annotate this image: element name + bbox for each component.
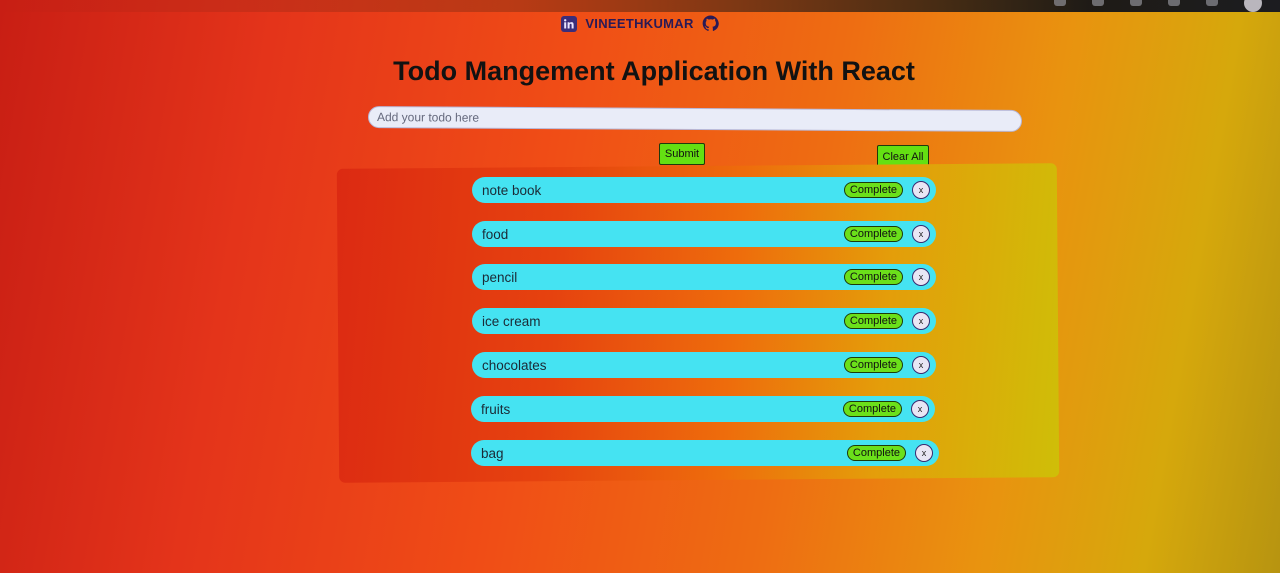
complete-button[interactable]: Complete <box>843 269 903 285</box>
todo-item: fruits Complete x <box>471 396 935 422</box>
tray-icon[interactable] <box>1054 0 1066 6</box>
avatar[interactable] <box>1244 0 1262 12</box>
todo-item: note book Complete x <box>472 177 936 203</box>
todo-item: bag Complete x <box>471 440 939 466</box>
todo-input[interactable] <box>367 106 1023 132</box>
delete-button[interactable]: x <box>915 444 933 462</box>
todo-text: note book <box>482 182 542 198</box>
system-tray <box>1054 0 1262 12</box>
todo-text: fruits <box>481 401 511 417</box>
todo-text: pencil <box>482 269 518 285</box>
todo-text: chocolates <box>482 357 547 373</box>
page-title: Todo Mangement Application With React <box>393 56 915 86</box>
complete-button[interactable]: Complete <box>843 182 903 198</box>
todo-item: food Complete x <box>472 221 936 247</box>
todo-item: chocolates Complete x <box>472 352 936 378</box>
tray-icon[interactable] <box>1092 0 1104 6</box>
tray-icon[interactable] <box>1206 0 1218 6</box>
tray-icon[interactable] <box>1130 0 1142 6</box>
delete-button[interactable]: x <box>912 356 930 374</box>
complete-button[interactable]: Complete <box>843 357 903 373</box>
todo-item: pencil Complete x <box>472 264 936 290</box>
todo-text: bag <box>481 445 504 461</box>
delete-button[interactable]: x <box>912 225 930 243</box>
system-taskbar <box>0 0 1280 12</box>
tray-icon[interactable] <box>1168 0 1180 6</box>
author-header: VINEETHKUMAR <box>0 15 1280 32</box>
author-name: VINEETHKUMAR <box>585 16 694 31</box>
delete-button[interactable]: x <box>912 268 930 286</box>
delete-button[interactable]: x <box>912 312 930 330</box>
github-icon[interactable] <box>702 15 719 32</box>
todo-item: ice cream Complete x <box>472 308 936 334</box>
delete-button[interactable]: x <box>912 181 930 199</box>
todo-text: ice cream <box>482 313 541 329</box>
delete-button[interactable]: x <box>911 400 929 418</box>
submit-button[interactable]: Submit <box>659 143 705 165</box>
complete-button[interactable]: Complete <box>843 226 903 242</box>
linkedin-icon[interactable] <box>561 15 578 32</box>
todo-text: food <box>482 226 509 242</box>
complete-button[interactable]: Complete <box>846 445 906 461</box>
complete-button[interactable]: Complete <box>842 401 902 417</box>
complete-button[interactable]: Complete <box>843 313 903 329</box>
